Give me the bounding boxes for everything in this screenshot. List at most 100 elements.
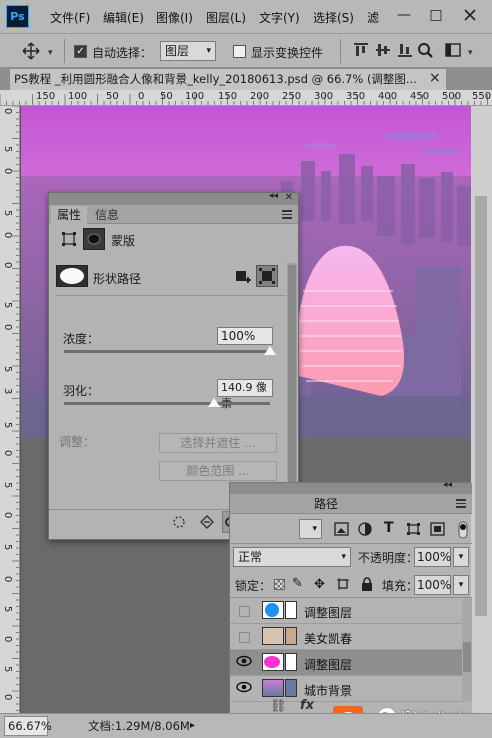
layer-mask-thumbnail bbox=[285, 679, 297, 697]
fill-input[interactable]: 100% bbox=[414, 575, 451, 595]
auto-select-checkbox[interactable]: ✓ bbox=[74, 45, 87, 58]
document-close-button[interactable]: × bbox=[429, 70, 441, 86]
ruler-label: 100 bbox=[68, 91, 88, 102]
collapse-panel-icon[interactable]: ◂◂ bbox=[269, 191, 278, 201]
lock-artboard-icon[interactable] bbox=[336, 577, 350, 591]
filter-toggle-icon[interactable] bbox=[458, 521, 468, 539]
layer-mask-thumbnail bbox=[285, 601, 297, 619]
divider bbox=[64, 39, 65, 63]
lock-label: 锁定： bbox=[235, 579, 272, 593]
load-selection-icon[interactable] bbox=[171, 514, 187, 530]
vertical-scrollbar[interactable] bbox=[471, 106, 492, 713]
layer-row-selected[interactable]: 调整图层 bbox=[230, 650, 462, 676]
density-label: 浓度： bbox=[63, 332, 100, 346]
filter-adjustment-icon[interactable] bbox=[358, 522, 373, 536]
align-vertical-center-icon[interactable] bbox=[374, 42, 392, 60]
density-slider-track[interactable] bbox=[64, 350, 270, 353]
menu-filter[interactable]: 滤 bbox=[367, 9, 379, 26]
lock-all-icon[interactable] bbox=[361, 577, 373, 591]
feather-slider-knob[interactable] bbox=[208, 398, 221, 407]
layer-thumbnail bbox=[262, 653, 284, 671]
show-transform-checkbox[interactable] bbox=[233, 45, 246, 58]
restore-button[interactable]: □ bbox=[422, 4, 450, 26]
tool-preset-chevron-icon[interactable]: ▾ bbox=[48, 48, 53, 58]
layer-style-button[interactable]: fx bbox=[300, 698, 314, 713]
link-layers-icon[interactable]: ⛓ bbox=[270, 699, 287, 714]
layer-visibility-off-icon[interactable] bbox=[239, 606, 250, 617]
collapse-panel-icon[interactable]: ◂◂ bbox=[443, 480, 452, 490]
search-icon[interactable] bbox=[416, 42, 434, 60]
status-bar: 66.67% 文档:1.29M/8.06M ▸ bbox=[0, 713, 492, 738]
workspace-chevron-icon[interactable]: ▾ bbox=[468, 48, 473, 58]
layer-visibility-eye-icon[interactable] bbox=[236, 681, 252, 697]
layer-filter-dropdown[interactable]: ▾ bbox=[299, 519, 322, 539]
ruler-label: 0 bbox=[2, 636, 13, 643]
auto-select-dropdown[interactable]: 图层 ▾ bbox=[160, 41, 216, 61]
layer-thumbnail bbox=[262, 601, 284, 619]
chevron-down-icon: ▾ bbox=[312, 524, 317, 534]
opacity-chevron-icon[interactable]: ▾ bbox=[453, 547, 469, 567]
density-input[interactable]: 100% bbox=[217, 327, 273, 345]
menu-select[interactable]: 选择(S) bbox=[313, 9, 354, 26]
panel-tab-bar: 属性 信息 bbox=[49, 205, 298, 224]
tab-info[interactable]: 信息 bbox=[89, 206, 125, 224]
panel-titlebar[interactable]: ◂◂ ✕ bbox=[49, 191, 298, 205]
menu-edit[interactable]: 编辑(E) bbox=[103, 9, 144, 26]
tab-paths[interactable]: 路径 bbox=[308, 495, 344, 513]
opacity-input[interactable]: 100% bbox=[414, 547, 451, 567]
workspace-icon[interactable] bbox=[444, 42, 462, 60]
ruler-label: 3 bbox=[2, 388, 13, 395]
layers-scrollbar[interactable] bbox=[462, 598, 472, 702]
layer-mask-thumbnail bbox=[285, 653, 297, 671]
scrollbar-thumb[interactable] bbox=[475, 196, 487, 616]
divider bbox=[340, 39, 341, 63]
chevron-down-icon: ▾ bbox=[341, 552, 346, 562]
filter-type-icon[interactable]: T bbox=[384, 520, 394, 536]
layer-row[interactable]: 美女凯春 bbox=[230, 624, 462, 650]
minimize-button[interactable]: — bbox=[390, 4, 418, 26]
filter-pixel-icon[interactable] bbox=[334, 522, 349, 536]
zoom-input[interactable]: 66.67% bbox=[4, 716, 52, 736]
close-panel-icon[interactable]: ✕ bbox=[285, 192, 293, 203]
blend-mode-dropdown[interactable]: 正常 ▾ bbox=[233, 547, 351, 567]
layer-visibility-eye-icon[interactable] bbox=[236, 655, 252, 671]
status-menu-arrow-icon[interactable]: ▸ bbox=[190, 714, 195, 738]
filter-shape-icon[interactable] bbox=[406, 522, 421, 536]
color-range-button[interactable]: 颜色范围 ... bbox=[159, 461, 277, 481]
density-slider-knob[interactable] bbox=[264, 346, 276, 355]
feather-slider-track[interactable] bbox=[64, 402, 270, 405]
move-tool-icon[interactable] bbox=[22, 42, 40, 60]
filter-smart-object-icon[interactable] bbox=[430, 522, 445, 536]
menu-type[interactable]: 文字(Y) bbox=[259, 9, 300, 26]
menu-image[interactable]: 图像(I) bbox=[156, 9, 193, 26]
lock-pixels-icon[interactable]: ✎ bbox=[292, 576, 303, 591]
select-path-icon[interactable] bbox=[256, 265, 278, 287]
panel-menu-icon[interactable] bbox=[282, 210, 292, 219]
pixel-mask-icon[interactable] bbox=[83, 228, 105, 250]
align-top-icon[interactable] bbox=[352, 42, 370, 60]
options-bar: ▾ ✓ 自动选择： 图层 ▾ 显示变换控件 ▾ bbox=[0, 34, 492, 68]
layer-row[interactable]: 调整图层 bbox=[230, 598, 462, 624]
horizontal-ruler: 150 100 50 0 50 100 150 200 250 300 350 … bbox=[0, 90, 492, 106]
document-tab[interactable]: PS教程 _利用圆形融合人像和背景_kelly_20180613.psd @ 6… bbox=[10, 69, 446, 90]
ruler-label: 5 bbox=[2, 422, 13, 429]
layer-visibility-off-icon[interactable] bbox=[239, 632, 250, 643]
panel-menu-icon[interactable] bbox=[456, 499, 466, 508]
window-close-button[interactable] bbox=[456, 4, 484, 26]
feather-input[interactable]: 140.9 像素 bbox=[217, 379, 273, 410]
align-bottom-icon[interactable] bbox=[396, 42, 414, 60]
fill-chevron-icon[interactable]: ▾ bbox=[453, 575, 469, 595]
menu-layer[interactable]: 图层(L) bbox=[206, 9, 246, 26]
ruler-label: 5 bbox=[2, 606, 13, 613]
panel-scrollbar[interactable] bbox=[287, 263, 297, 503]
lock-transparent-icon[interactable] bbox=[274, 579, 285, 590]
add-mask-icon[interactable] bbox=[234, 268, 252, 286]
lock-position-icon[interactable]: ✥ bbox=[314, 577, 325, 592]
layer-row[interactable]: 城市背景 bbox=[230, 676, 462, 702]
select-and-mask-button[interactable]: 选择并遮住 ... bbox=[159, 433, 277, 453]
panel-titlebar[interactable]: ◂◂ bbox=[230, 480, 472, 494]
tab-properties[interactable]: 属性 bbox=[51, 206, 88, 224]
menu-file[interactable]: 文件(F) bbox=[50, 9, 90, 26]
ruler-label: 100 bbox=[185, 91, 205, 102]
apply-mask-icon[interactable] bbox=[199, 514, 215, 530]
